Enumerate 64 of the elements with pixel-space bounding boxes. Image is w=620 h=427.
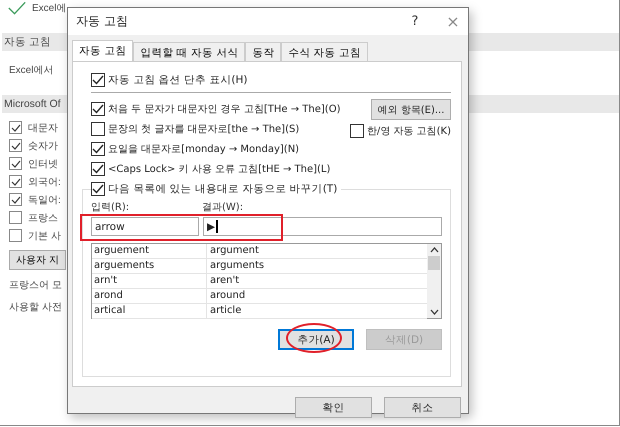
checkbox-label: <Caps Lock> 키 사용 오류 고침[tHE → The](L) [108, 163, 330, 176]
scroll-thumb[interactable] [428, 256, 440, 270]
table-cell: arn't [92, 274, 207, 288]
checkbox-label: 다음 목록에 있는 내용대로 자동으로 바꾸기(T) [108, 182, 338, 196]
table-cell-text: around [209, 289, 246, 303]
checkbox-label: 자동 고침 옵션 단추 표시(H) [108, 73, 248, 87]
checkbox[interactable] [91, 122, 105, 136]
table-cell-text: arguments [209, 259, 264, 273]
option-label: 대문자 [28, 122, 58, 134]
scroll-up-icon[interactable] [430, 247, 438, 253]
checkbox[interactable] [9, 229, 22, 242]
option-label: 프랑스 [28, 212, 58, 224]
checkmark-icon [8, 1, 26, 15]
tab[interactable]: 자동 고침 [72, 40, 134, 61]
replace-label: 입력(R): [91, 201, 130, 214]
checkbox[interactable] [9, 193, 22, 206]
tab[interactable]: 수식 자동 고침 [281, 42, 368, 61]
table-cell-text: argument [209, 244, 259, 258]
option-label: 외국어: [28, 176, 61, 188]
ok-button[interactable]: 확인 [295, 397, 372, 418]
option-label: 인터넷 [28, 158, 58, 170]
checkbox[interactable] [91, 162, 105, 176]
checkbox[interactable] [9, 121, 22, 134]
with-field[interactable]: ▶ [203, 217, 442, 236]
checkbox[interactable] [350, 124, 364, 138]
cancel-button[interactable]: 취소 [384, 397, 461, 418]
add-button[interactable]: 추가(A) [278, 329, 354, 350]
option-label: 숫자가 [28, 140, 58, 152]
intro-text: Excel에 [32, 2, 66, 15]
checkbox[interactable] [91, 142, 105, 156]
french-mode-text: 프랑스어 모 [8, 279, 62, 292]
checkbox-label: 한/영 자동 고침(K) [366, 125, 451, 138]
table-cell-text: article [209, 304, 242, 318]
checkbox-label: 요일을 대문자로[monday → Monday](N) [108, 143, 300, 156]
table-cell: arguement [92, 244, 207, 258]
checkbox[interactable] [9, 139, 22, 152]
table-cell: arond [92, 289, 207, 303]
checkbox-label: 처음 두 문자가 대문자인 경우 고침[THe → The](O) [108, 103, 340, 116]
custom-button[interactable]: 사용자 지 [9, 250, 66, 270]
checkbox[interactable] [91, 182, 105, 196]
replace-field[interactable]: arrow [91, 217, 199, 236]
close-button[interactable]: × [438, 12, 468, 31]
tab[interactable]: 동작 [245, 42, 282, 61]
help-button[interactable]: ? [400, 14, 430, 29]
dictionary-text: 사용할 사전 [8, 301, 62, 314]
table-cell: arguements [92, 259, 207, 273]
checkbox[interactable] [9, 157, 22, 170]
window-title: 자동 고침 [76, 13, 129, 30]
description-text: Excel에서 [8, 64, 54, 78]
table-cell-text: aren't [209, 274, 240, 288]
exceptions-button[interactable]: 예외 항목(E)... [371, 99, 451, 120]
checkbox[interactable] [9, 211, 22, 224]
highlight-ellipse [286, 323, 342, 353]
table-cell: artical [92, 304, 207, 318]
with-label: 결과(W): [202, 201, 244, 214]
option-label: 독일어: [28, 194, 61, 206]
scroll-down-icon[interactable] [430, 309, 438, 315]
checkbox[interactable] [91, 73, 105, 87]
checkbox-label: 문장의 첫 글자를 대문자로[the → The](S) [108, 123, 300, 136]
scrollbar[interactable] [427, 244, 441, 318]
checkbox[interactable] [91, 102, 105, 116]
checkbox[interactable] [9, 175, 22, 188]
option-label: 기본 사 [28, 230, 61, 242]
tab[interactable]: 입력할 때 자동 서식 [133, 42, 246, 61]
